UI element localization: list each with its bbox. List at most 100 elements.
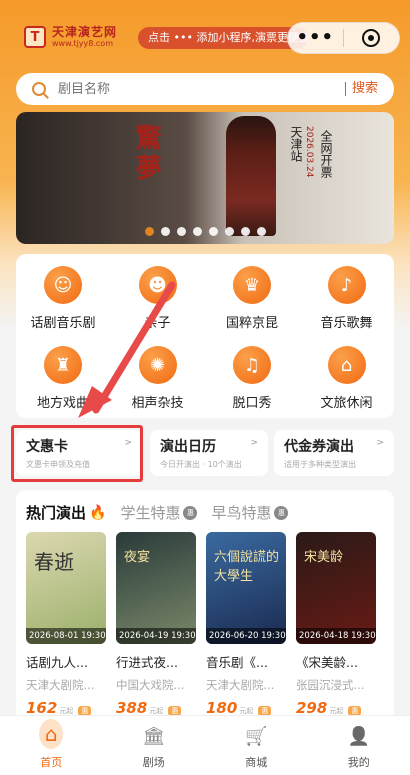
chevron-right-icon: > bbox=[376, 438, 384, 448]
microphone-icon: ♫ bbox=[233, 346, 271, 384]
banner-carousel[interactable]: 驚夢 天津站 2026.03.24 全网开票 bbox=[16, 112, 394, 244]
search-input[interactable] bbox=[58, 81, 328, 97]
search-bar: 搜索 bbox=[16, 73, 394, 105]
tab-theater[interactable]: 🏛 剧场 bbox=[103, 716, 206, 775]
category-label: 相声杂技 bbox=[131, 396, 184, 411]
category-item[interactable]: ☺ 话剧音乐剧 bbox=[16, 266, 110, 331]
drama-mask-icon: ☺ bbox=[44, 266, 82, 304]
category-grid: ☺ 话剧音乐剧 ☻ 亲子 ♛ 国粹京昆 ♪ 音乐歌舞 ♜ 地方戏曲 ✺ 相声杂技 ♫ 脱口秀 ⌂ 文旅休闲 bbox=[16, 254, 394, 418]
opera-mask-icon: ♛ bbox=[233, 266, 271, 304]
category-item[interactable]: ♫ 脱口秀 bbox=[205, 346, 299, 411]
highlight-box bbox=[11, 425, 143, 482]
home-icon-glyph: ⌂ bbox=[44, 722, 58, 746]
category-label: 国粹京昆 bbox=[225, 316, 278, 331]
logo: T 天津演艺网 www.tjyy8.com bbox=[24, 26, 117, 48]
logo-url: www.tjyy8.com bbox=[52, 39, 113, 48]
show-date: 2026-08-01 19:30 bbox=[26, 628, 106, 644]
banner-dot[interactable] bbox=[192, 227, 202, 236]
category-label: 音乐歌舞 bbox=[320, 316, 373, 331]
category-item[interactable]: ☻ 亲子 bbox=[111, 266, 205, 331]
fan-icon: ✺ bbox=[138, 346, 177, 384]
banner-launch: 全网开票 bbox=[319, 130, 333, 178]
show-name: 行进式夜... bbox=[116, 655, 178, 670]
hot-tab[interactable]: 热门演出 🔥 bbox=[26, 502, 106, 523]
theater-icon: 🏛 bbox=[142, 724, 166, 748]
hot-tabs: 热门演出 🔥 学生特惠惠早鸟特惠惠 bbox=[26, 502, 289, 523]
home-icon: ⌂ bbox=[39, 719, 64, 749]
poster-title: 六個說謊的大學生 bbox=[214, 550, 280, 584]
hot-tab[interactable]: 学生特惠惠 bbox=[120, 502, 198, 523]
category-label: 亲子 bbox=[144, 316, 171, 331]
tab-cart[interactable]: 🛒 商城 bbox=[205, 716, 308, 775]
poster-title: 宋美龄 bbox=[304, 550, 344, 565]
show-name: 音乐剧《... bbox=[206, 655, 268, 670]
search-icon bbox=[32, 82, 46, 96]
logo-title: 天津演艺网 bbox=[52, 25, 118, 39]
hot-tab-label: 早鸟特惠 bbox=[211, 504, 272, 522]
logo-mark-icon: T bbox=[24, 26, 46, 48]
banner-dot[interactable] bbox=[224, 227, 234, 236]
poster-title: 夜宴 bbox=[124, 550, 151, 565]
show-name: 《宋美龄... bbox=[296, 655, 358, 670]
category-item[interactable]: ♜ 地方戏曲 bbox=[16, 346, 110, 411]
tab-label: 剧场 bbox=[142, 756, 165, 769]
close-miniprogram-icon[interactable] bbox=[344, 29, 400, 47]
show-venue: 天津大剧院... bbox=[206, 678, 275, 692]
show-poster[interactable]: 夜宴 2026-04-19 19:30 bbox=[116, 532, 196, 644]
hot-tab[interactable]: 早鸟特惠惠 bbox=[211, 502, 289, 523]
cart-icon: 🛒 bbox=[244, 724, 268, 748]
bottom-tab-bar: ⌂ 首页 🏛 剧场 🛒 商城 👤 我的 bbox=[0, 715, 410, 775]
discount-badge: 惠 bbox=[274, 505, 289, 520]
show-poster[interactable]: 宋美龄 2026-04-18 19:30 bbox=[296, 532, 376, 644]
category-item[interactable]: ♪ 音乐歌舞 bbox=[300, 266, 394, 331]
category-label: 脱口秀 bbox=[232, 396, 272, 411]
top-bar: T 天津演艺网 www.tjyy8.com 点击 ••• 添加小程序,演票更便捷… bbox=[0, 0, 410, 70]
show-card[interactable]: 夜宴 2026-04-19 19:30 行进式夜... 中国大戏院... 388 元起惠 bbox=[116, 532, 196, 717]
show-poster[interactable]: 六個說謊的大學生 2026-06-20 19:30 bbox=[206, 532, 286, 644]
show-poster[interactable]: 春逝 2026-08-01 19:30 bbox=[26, 532, 106, 644]
user-icon-glyph: 👤 bbox=[347, 725, 370, 747]
category-label: 地方戏曲 bbox=[36, 396, 89, 411]
banner-dot[interactable] bbox=[256, 227, 266, 236]
show-venue: 中国大戏院... bbox=[116, 678, 185, 692]
theater-icon-glyph: 🏛 bbox=[142, 725, 166, 747]
show-date: 2026-04-18 19:30 bbox=[296, 628, 376, 644]
fire-icon: 🔥 bbox=[89, 504, 107, 521]
more-menu-icon[interactable]: ••• bbox=[288, 23, 343, 53]
banner-dot[interactable] bbox=[208, 227, 218, 236]
hot-tab-label: 学生特惠 bbox=[120, 504, 181, 522]
hot-shows-section: 热门演出 🔥 学生特惠惠早鸟特惠惠 春逝 2026-08-01 19:30 话剧九人..… bbox=[16, 490, 394, 720]
quick-card-title: 演出日历 bbox=[160, 439, 216, 455]
category-item[interactable]: ♛ 国粹京昆 bbox=[205, 266, 299, 331]
add-miniprogram-tip[interactable]: 点击 ••• 添加小程序,演票更便捷 bbox=[138, 27, 308, 49]
show-date: 2026-04-19 19:30 bbox=[116, 628, 196, 644]
show-card[interactable]: 宋美龄 2026-04-18 19:30 《宋美龄... 张园沉浸式... 298 元起惠 bbox=[296, 532, 376, 717]
tab-home[interactable]: ⌂ 首页 bbox=[0, 716, 103, 775]
show-date: 2026-06-20 19:30 bbox=[206, 628, 286, 644]
show-card[interactable]: 春逝 2026-08-01 19:30 话剧九人... 天津大剧院... 162 元起惠 bbox=[26, 532, 106, 717]
banner-dot[interactable] bbox=[240, 227, 250, 236]
discount-badge: 惠 bbox=[183, 505, 198, 520]
banner-figure-image bbox=[226, 116, 276, 236]
cart-icon-glyph: 🛒 bbox=[245, 725, 268, 747]
chevron-right-icon: > bbox=[250, 438, 258, 448]
tab-label: 商城 bbox=[245, 756, 268, 769]
show-venue: 天津大剧院... bbox=[26, 678, 95, 692]
quick-card-subtitle: 适用于多种类型演出 bbox=[284, 460, 356, 469]
banner-dot[interactable] bbox=[144, 227, 154, 236]
show-name: 话剧九人... bbox=[26, 655, 88, 670]
hot-tab-label: 热门演出 bbox=[26, 504, 87, 522]
home-highlight: ⌂ bbox=[39, 719, 64, 749]
tab-user[interactable]: 👤 我的 bbox=[308, 716, 410, 775]
category-item[interactable]: ✺ 相声杂技 bbox=[111, 346, 205, 411]
category-item[interactable]: ⌂ 文旅休闲 bbox=[300, 346, 394, 411]
tab-label: 首页 bbox=[40, 756, 63, 769]
banner-dot[interactable] bbox=[176, 227, 186, 236]
banner-city: 天津站 bbox=[289, 126, 303, 162]
quick-card[interactable]: 演出日历 今日开演出 · 10个演出 > bbox=[150, 430, 268, 476]
banner-date: 2026.03.24 bbox=[304, 126, 314, 178]
show-card[interactable]: 六個說謊的大學生 2026-06-20 19:30 音乐剧《... 天津大剧院... 1… bbox=[206, 532, 286, 717]
quick-card[interactable]: 代金券演出 适用于多种类型演出 > bbox=[274, 430, 394, 476]
banner-dot[interactable] bbox=[160, 227, 170, 236]
search-button[interactable]: 搜索 bbox=[344, 82, 378, 96]
